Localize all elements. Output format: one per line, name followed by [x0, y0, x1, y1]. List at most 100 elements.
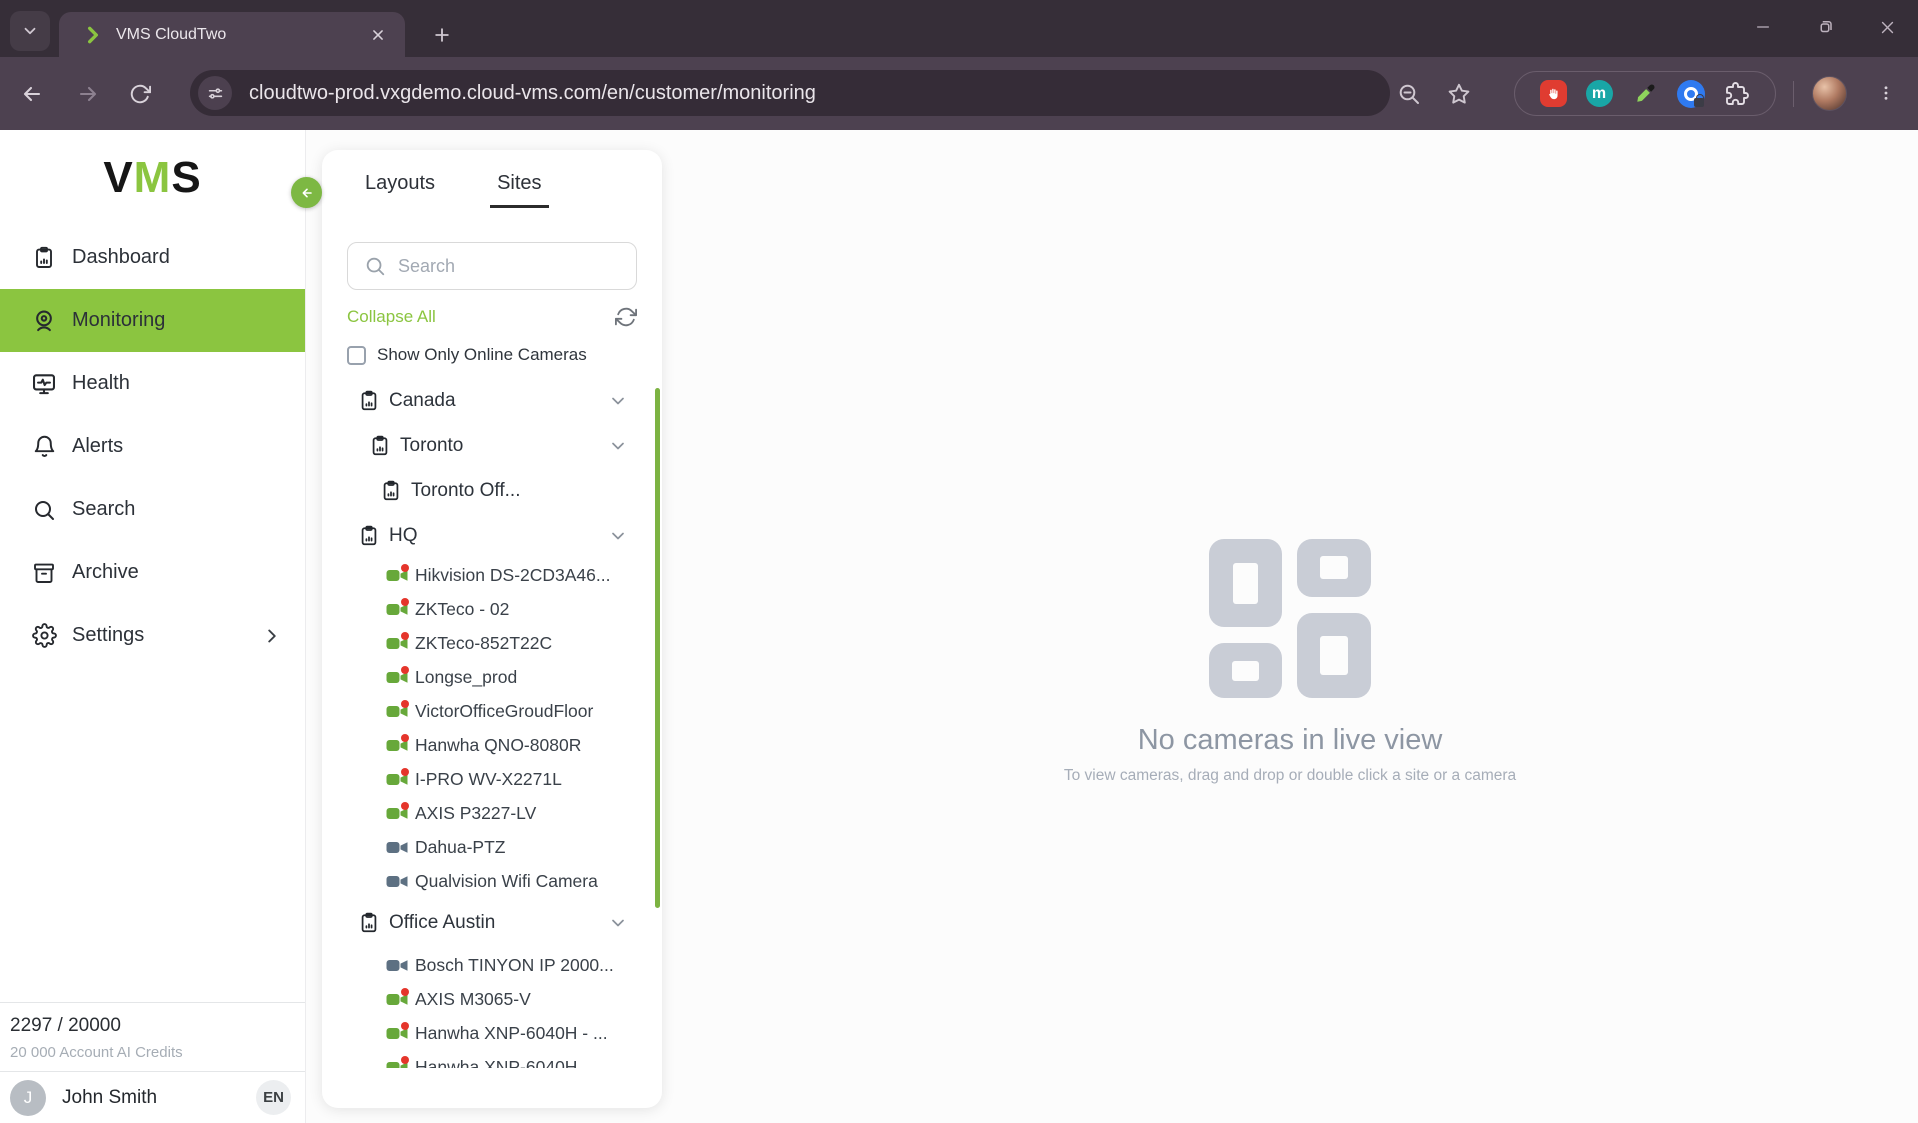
user-name: John Smith — [62, 1087, 256, 1109]
site-info-icon[interactable] — [198, 76, 232, 110]
refresh-icon[interactable] — [615, 306, 637, 328]
tab-layouts[interactable]: Layouts — [358, 172, 442, 208]
minimize-icon[interactable] — [1732, 0, 1794, 54]
sidebar-item-settings[interactable]: Settings — [0, 604, 305, 667]
chevron-down-icon[interactable] — [608, 436, 628, 456]
show-only-online-row[interactable]: Show Only Online Cameras — [347, 341, 587, 369]
tree-camera-row[interactable]: VictorOfficeGroudFloor — [322, 694, 656, 728]
tree-site-row[interactable]: Toronto Off... — [322, 468, 656, 513]
camera-icon — [386, 670, 408, 685]
tree-scrollbar[interactable] — [655, 388, 660, 908]
privacy-lock-icon[interactable] — [1677, 80, 1705, 108]
tree-camera-row[interactable]: ZKTeco - 02 — [322, 592, 656, 626]
sidebar-collapse-button[interactable] — [291, 177, 322, 208]
tree-camera-row[interactable]: Hikvision DS-2CD3A46... — [322, 558, 656, 592]
collapse-row: Collapse All — [347, 302, 637, 332]
tree-site-row[interactable]: Toronto — [322, 423, 656, 468]
site-label: Toronto — [400, 435, 463, 457]
reload-icon[interactable] — [120, 74, 160, 114]
close-icon[interactable] — [1856, 0, 1918, 54]
chevron-down-icon[interactable] — [608, 391, 628, 411]
language-badge[interactable]: EN — [256, 1080, 291, 1115]
url-bar[interactable]: cloudtwo-prod.vxgdemo.cloud-vms.com/en/c… — [190, 70, 1390, 116]
logo-s: S — [171, 153, 201, 203]
recording-dot-icon — [401, 598, 409, 606]
camera-label: Bosch TINYON IP 2000... — [415, 955, 614, 976]
camera-label: ZKTeco-852T22C — [415, 633, 552, 654]
user-row[interactable]: J John Smith EN — [0, 1072, 305, 1123]
metamask-m-icon[interactable]: m — [1585, 80, 1613, 108]
camera-label: ZKTeco - 02 — [415, 599, 509, 620]
tree-site-row[interactable]: Canada — [322, 378, 656, 423]
window-controls — [1732, 0, 1918, 54]
tab-search-button[interactable] — [10, 11, 50, 51]
search-icon — [364, 255, 386, 277]
tree-site-row[interactable]: HQ — [322, 513, 656, 558]
site-icon — [358, 390, 380, 412]
show-only-online-checkbox[interactable] — [347, 346, 366, 365]
url-text[interactable]: cloudtwo-prod.vxgdemo.cloud-vms.com/en/c… — [249, 82, 816, 105]
eyedropper-icon[interactable] — [1631, 80, 1659, 108]
sidebar-item-monitoring[interactable]: Monitoring — [0, 289, 305, 352]
sidebar-item-label: Alerts — [72, 435, 123, 458]
bookmark-star-icon[interactable] — [1439, 74, 1479, 114]
site-label: Toronto Off... — [411, 480, 520, 502]
sidebar-item-health[interactable]: Health — [0, 352, 305, 415]
adblock-hand-icon[interactable] — [1539, 80, 1567, 108]
browser-profile-avatar[interactable] — [1812, 76, 1847, 111]
credits-block: 2297 / 20000 20 000 Account AI Credits — [0, 1003, 305, 1071]
camera-icon — [386, 704, 408, 719]
app-sidebar: VMS DashboardMonitoringHealthAlertsSearc… — [0, 130, 306, 1123]
tree-camera-row[interactable]: Bosch TINYON IP 2000... — [322, 948, 656, 982]
recording-dot-icon — [401, 734, 409, 742]
search-input[interactable] — [398, 256, 618, 277]
extensions-puzzle-icon[interactable] — [1723, 80, 1751, 108]
tab-close-icon[interactable] — [365, 22, 391, 48]
chevron-down-icon[interactable] — [608, 526, 628, 546]
tree-camera-row[interactable]: Hanwha QNO-8080R — [322, 728, 656, 762]
tree-site-row[interactable]: Office Austin — [322, 898, 656, 948]
site-label: Office Austin — [389, 912, 495, 934]
tab-sites[interactable]: Sites — [490, 172, 548, 208]
site-icon — [358, 525, 380, 547]
camera-label: Qualvision Wifi Camera — [415, 871, 598, 892]
tree-camera-row[interactable]: Qualvision Wifi Camera — [322, 864, 656, 898]
new-tab-button[interactable] — [424, 17, 460, 53]
sidebar-item-alerts[interactable]: Alerts — [0, 415, 305, 478]
site-icon — [358, 912, 380, 934]
tree-camera-row[interactable]: ZKTeco-852T22C — [322, 626, 656, 660]
sidebar-item-label: Monitoring — [72, 309, 165, 332]
tree-camera-row[interactable]: AXIS P3227-LV — [322, 796, 656, 830]
back-icon[interactable] — [12, 74, 52, 114]
zoom-out-icon[interactable] — [1389, 74, 1429, 114]
tree-camera-row[interactable]: I-PRO WV-X2271L — [322, 762, 656, 796]
site-label: Canada — [389, 390, 456, 412]
browser-toolbar: cloudtwo-prod.vxgdemo.cloud-vms.com/en/c… — [0, 57, 1918, 130]
recording-dot-icon — [401, 768, 409, 776]
sidebar-item-label: Dashboard — [72, 246, 170, 269]
collapse-all-link[interactable]: Collapse All — [347, 307, 436, 327]
sidebar-item-search[interactable]: Search — [0, 478, 305, 541]
logo-v: V — [103, 153, 133, 203]
sidebar-footer: 2297 / 20000 20 000 Account AI Credits J… — [0, 1002, 305, 1123]
camera-icon — [386, 806, 408, 821]
tree-camera-row[interactable]: Dahua-PTZ — [322, 830, 656, 864]
tree-camera-row[interactable]: AXIS M3065-V — [322, 982, 656, 1016]
recording-dot-icon — [401, 988, 409, 996]
sidebar-item-dashboard[interactable]: Dashboard — [0, 226, 305, 289]
camera-icon — [386, 958, 408, 973]
browser-menu-icon[interactable] — [1868, 73, 1904, 113]
tree-camera-row[interactable]: Hanwha XNP-6040H — [322, 1050, 656, 1068]
restore-icon[interactable] — [1794, 0, 1856, 54]
tree-camera-row[interactable]: Hanwha XNP-6040H - ... — [322, 1016, 656, 1050]
site-icon — [380, 480, 402, 502]
sites-panel: Layouts Sites Collapse All Show Only Onli… — [322, 150, 662, 1108]
tree-camera-row[interactable]: Longse_prod — [322, 660, 656, 694]
browser-tab[interactable]: VMS CloudTwo — [59, 12, 405, 57]
clipboard-icon — [30, 244, 58, 272]
chevron-down-icon[interactable] — [608, 913, 628, 933]
sidebar-item-archive[interactable]: Archive — [0, 541, 305, 604]
camera-label: Hanwha QNO-8080R — [415, 735, 581, 756]
camera-icon — [386, 840, 408, 855]
forward-icon[interactable] — [68, 74, 108, 114]
